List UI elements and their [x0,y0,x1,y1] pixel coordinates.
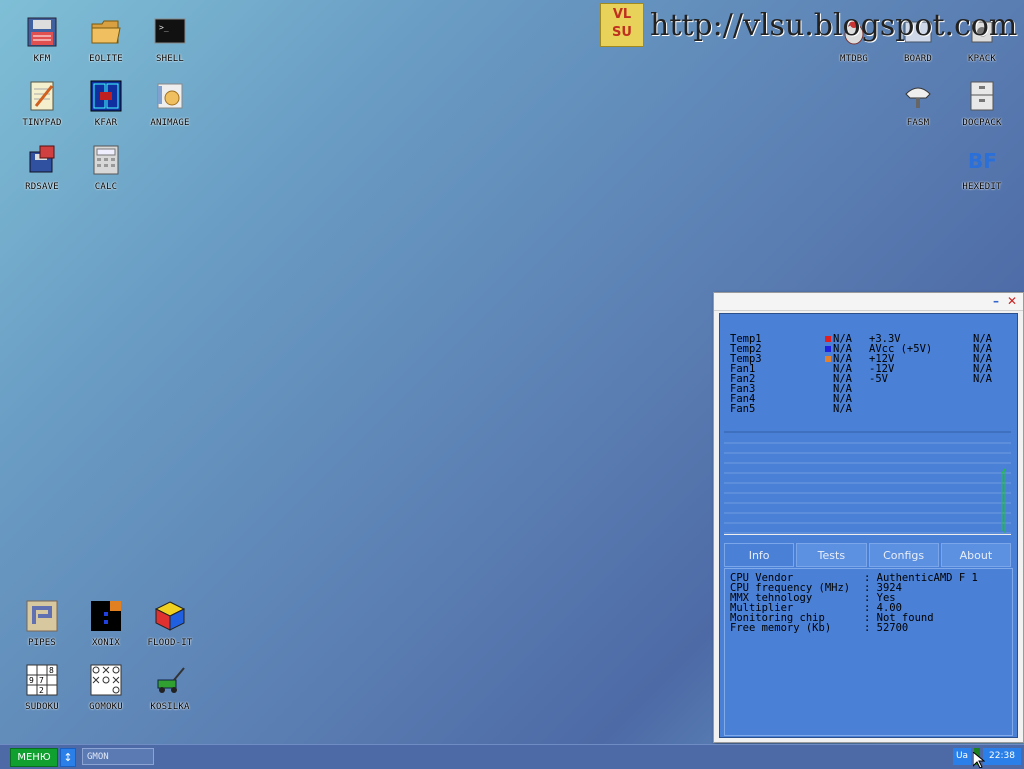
sensor-row: Fan2 N/A -5V N/A [730,373,1010,385]
desktop-icon-animage[interactable]: ANIMAGE [140,78,200,138]
sensor-row: Fan5 N/A [730,403,1010,415]
desktop-icon-label: KPACK [967,54,997,64]
desktop-icon-label: SUDOKU [25,702,59,712]
terminal-icon: >_ [154,16,186,48]
desktop-icon-label: KFM [33,54,51,64]
svg-text:BF: BF [968,149,997,173]
desktop-icon-tinypad[interactable]: TINYPAD [12,78,72,138]
watermark-url: http://vlsu.blogspot.com [650,7,1018,43]
tab-configs[interactable]: Configs [868,543,939,567]
desktop-icon-label: KFAR [94,118,118,128]
desktop-icon-hexedit[interactable]: BF HEXEDIT [952,142,1012,202]
desktop-icon-eolite[interactable]: EOLITE [76,14,136,74]
docpack-icon [966,80,998,112]
rubik-cube-icon [154,600,186,632]
svg-text:2: 2 [39,686,44,695]
info-row: Free memory (Kb) : 52700 [725,622,1012,634]
svg-text:>_: >_ [159,23,169,32]
desktop-icon-label: EOLITE [89,54,123,64]
gmon-tabs: Info Tests Configs About [724,543,1011,567]
desktop-icon-rdsave[interactable]: RDSAVE [12,142,72,202]
desktop-icon-label: SHELL [155,54,185,64]
desktop-icon-docpack[interactable]: DOCPACK [952,78,1012,138]
switch-windows-button[interactable]: ↕ [60,748,76,767]
minimize-icon[interactable]: – [989,294,1003,308]
desktop-icon-pipes[interactable]: PIPES [12,598,72,658]
desktop-icon-label: KOSILKA [150,702,190,712]
hexedit-icon: BF [966,144,998,176]
menu-button[interactable]: МЕНЮ [10,748,58,767]
svg-text:9: 9 [29,676,34,685]
info-label: Free memory (Kb) [730,622,832,634]
desktop-icon-kfar[interactable]: KFAR [76,78,136,138]
desktop-icon-fasm[interactable]: FASM [888,78,948,138]
voltage-value: N/A [973,373,992,385]
sudoku-icon: 8 972 [26,664,58,696]
sensor-list: Temp1 N/A +3.3V N/A Temp2 N/A AVcc (+5V) N/A Tem… [730,334,1010,415]
window-titlebar[interactable]: – ✕ [714,293,1023,311]
ramdisk-save-icon [26,144,58,176]
info-panel: CPU Vendor: AuthenticAMD F 1 CPU frequenc… [724,568,1013,736]
language-indicator[interactable]: Ua [953,748,971,765]
desktop-icon-gomoku[interactable]: GOMOKU [76,662,136,722]
desktop-icon-label: FLOOD-IT [147,638,193,648]
sensor-name: Fan5 [730,403,756,415]
desktop-icon-label: GOMOKU [89,702,123,712]
desktop-icon-label: HEXEDIT [962,182,1002,192]
sensor-graph [724,431,1011,535]
xonix-icon [90,600,122,632]
desktop-icon-label: CALC [94,182,118,192]
sensor-value: N/A [833,403,852,415]
sensor-color-swatch [825,346,831,352]
gmon-window[interactable]: – ✕ Temp1 N/A +3.3V N/A Temp2 N/A AVcc (+5V) N/… [713,292,1024,743]
pipes-icon [26,600,58,632]
notepad-icon [26,80,58,112]
vlsu-logo: VL SU [600,3,644,47]
desktop-icon-flood-it[interactable]: FLOOD-IT [140,598,200,658]
desktop-icon-sudoku[interactable]: 8 9 7 2 SUDOKU [12,662,72,722]
fasm-icon [902,80,934,112]
sensor-row: Fan4 N/A [730,394,1010,405]
desktop-icon-label: BOARD [903,54,933,64]
tab-info[interactable]: Info [724,543,795,567]
tab-tests[interactable]: Tests [796,543,867,567]
desktop-icon-label: ANIMAGE [150,118,190,128]
gmon-body: Temp1 N/A +3.3V N/A Temp2 N/A AVcc (+5V) N/A Tem… [719,313,1018,738]
desktop-icon-kosilka[interactable]: KOSILKA [140,662,200,722]
sensor-row: Fan3 N/A [730,384,1010,395]
close-icon[interactable]: ✕ [1005,294,1019,308]
sensor-color-swatch [825,356,831,362]
gomoku-icon [90,664,122,696]
desktop-icon-label: MTDBG [839,54,869,64]
voltage-name: -5V [869,373,888,385]
paint-icon [154,80,186,112]
svg-text:8: 8 [49,666,54,675]
floppy-disk-icon [26,16,58,48]
desktop-icon-xonix[interactable]: XONIX [76,598,136,658]
desktop-icon-label: RDSAVE [25,182,59,192]
far-manager-icon [90,80,122,112]
desktop-icon-label: DOCPACK [962,118,1002,128]
tab-about[interactable]: About [940,543,1011,567]
calculator-icon [90,144,122,176]
desktop-icon-label: FASM [906,118,930,128]
svg-text:7: 7 [39,676,44,685]
blog-watermark: VL SU http://vlsu.blogspot.com [600,2,1017,48]
desktop-icon-shell[interactable]: >_ SHELL [140,14,200,74]
desktop-icon-label: XONIX [91,638,121,648]
desktop-icon-label: PIPES [27,638,57,648]
graph-svg [724,442,1011,534]
desktop-icon-calc[interactable]: CALC [76,142,136,202]
taskbar-item-gmon[interactable]: GMON [82,748,154,765]
lawnmower-icon [154,664,186,696]
mouse-cursor-icon [973,752,985,768]
folder-icon [90,16,122,48]
taskbar: МЕНЮ ↕ GMON Ua 22:38 [0,744,1024,769]
info-value: : 52700 [864,622,909,634]
desktop-icon-label: TINYPAD [22,118,62,128]
desktop-icon-kfm[interactable]: KFM [12,14,72,74]
sensor-color-swatch [825,336,831,342]
clock[interactable]: 22:38 [983,748,1021,765]
